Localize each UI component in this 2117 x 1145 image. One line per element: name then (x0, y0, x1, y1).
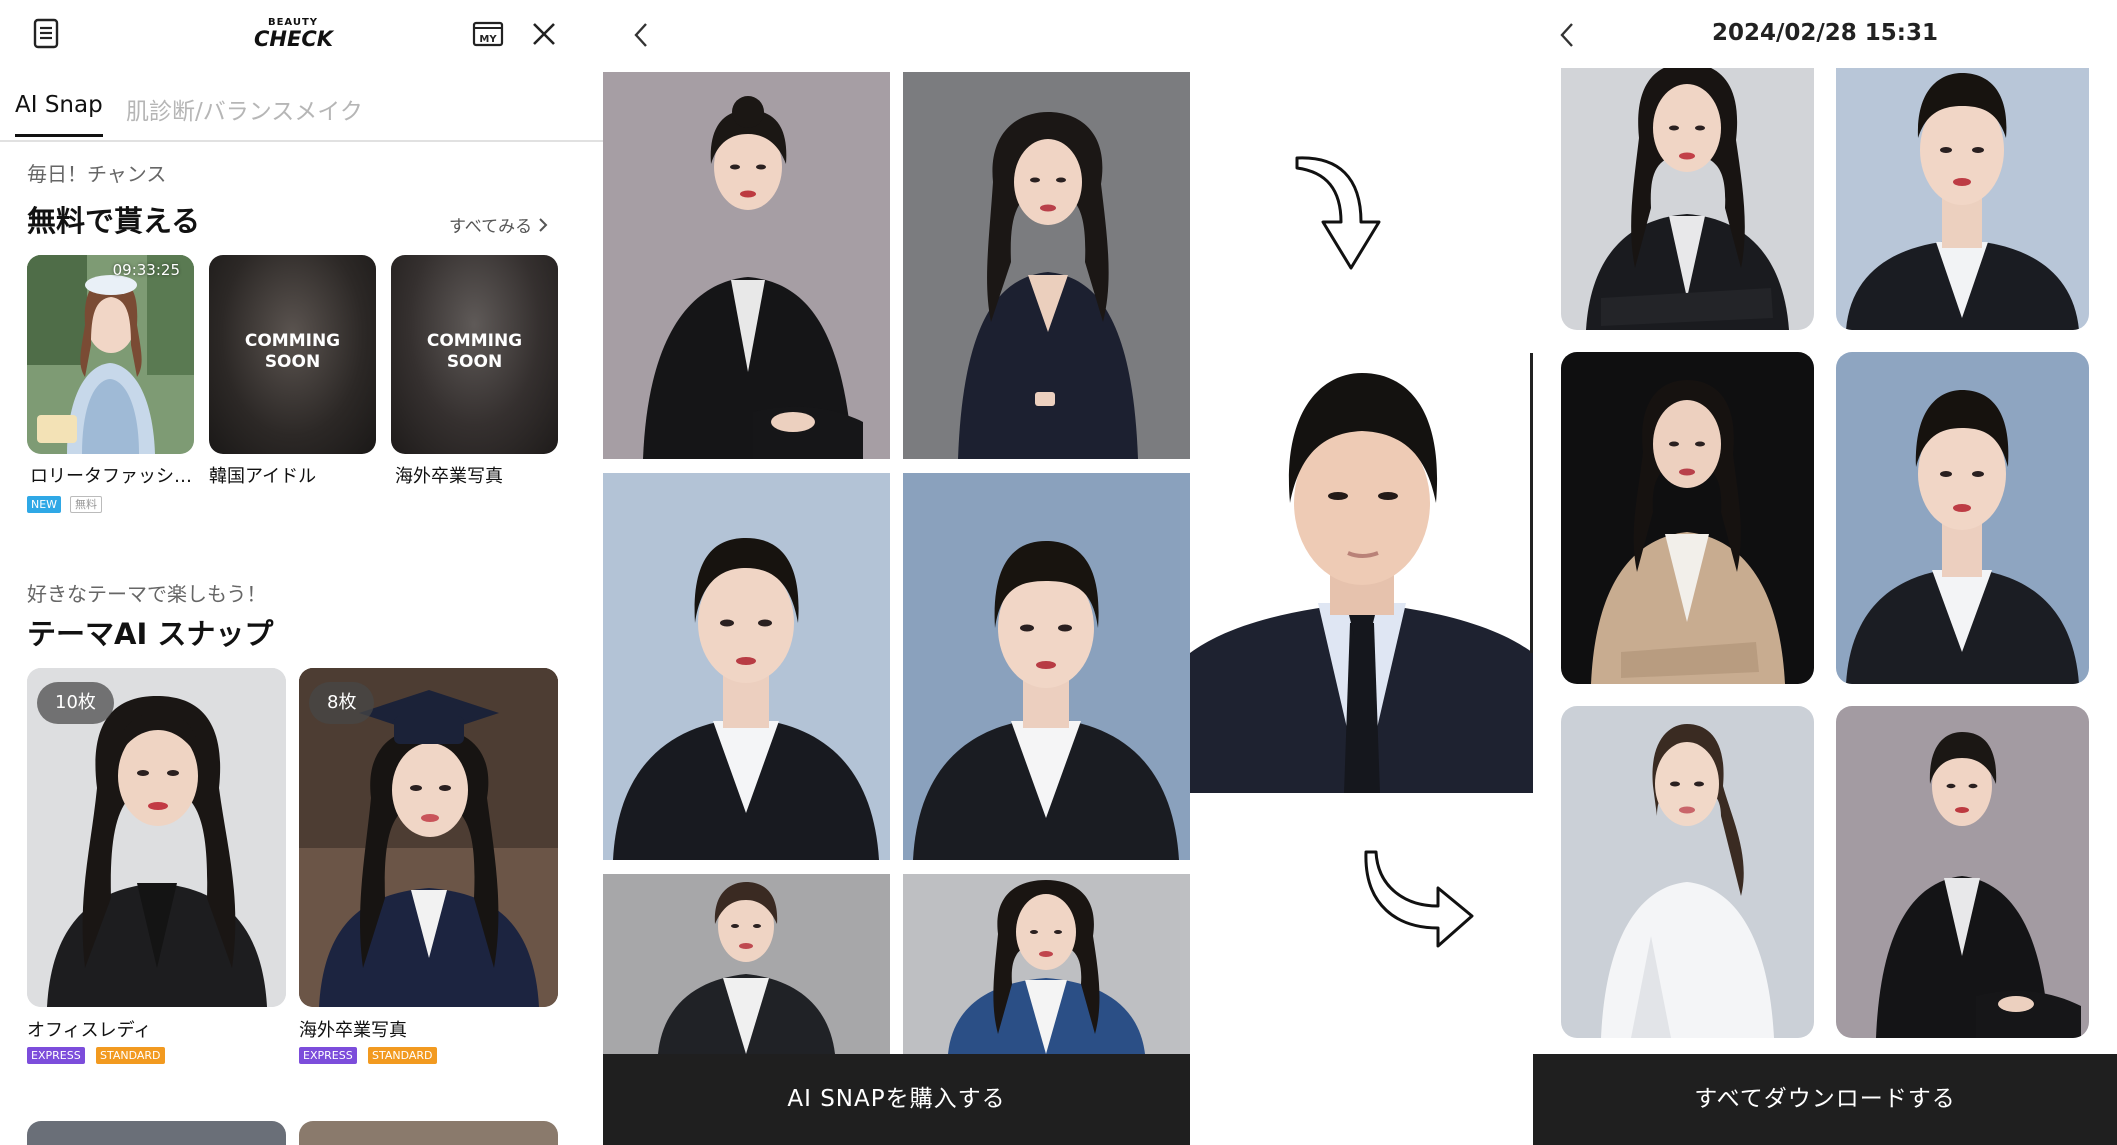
receipt-icon[interactable] (30, 18, 62, 50)
result-woman-white-shirt (1561, 706, 1814, 1038)
source-photo-man (1190, 353, 1533, 793)
blazer-woman-photo (603, 874, 890, 1054)
chevron-right-icon (539, 217, 548, 232)
suit-woman-photo (603, 72, 890, 459)
free-card-kpop[interactable]: COMMING SOON (209, 255, 376, 454)
photo-count-badge: 8枚 (309, 682, 375, 724)
result-panel: 2024/02/28 15:31 すべてダウンロードする (1533, 0, 2117, 1145)
id-photo-woman-1 (603, 473, 890, 860)
id-photo-woman-2 (903, 473, 1190, 860)
preview-panel: AI SNAPを購入する (603, 0, 1190, 1145)
coming-soon-line1: COMMING (244, 331, 341, 351)
theme-card-graduation[interactable]: 8枚 (299, 668, 558, 1007)
theme-section-subtitle: 好きなテーマで楽しもう！ (27, 582, 267, 606)
express-badge: EXPRESS (299, 1047, 357, 1064)
result-photo[interactable] (1561, 68, 1814, 330)
express-badge: EXPRESS (27, 1047, 85, 1064)
tab-bar: AI Snap 肌診断/バランスメイク (0, 86, 603, 142)
dress-woman-photo (903, 72, 1190, 459)
free-card-label: 海外卒業写真 (395, 466, 503, 487)
result-photo[interactable] (1836, 706, 2089, 1038)
result-woman-beige-blazer (1561, 352, 1814, 684)
coming-soon-line1: COMMING (426, 331, 523, 351)
lolita-photo (27, 255, 194, 454)
coming-soon-line2: SOON (264, 352, 321, 372)
brand-logo: BEAUTY CHECK (254, 18, 334, 51)
result-photo[interactable] (1561, 352, 1814, 684)
logo-main-text: CHECK (254, 27, 334, 51)
result-woman-arms-crossed (1561, 68, 1814, 330)
download-all-button[interactable]: すべてダウンロードする (1533, 1054, 2117, 1145)
result-photo[interactable] (1836, 352, 2089, 684)
my-page-icon[interactable]: MY (472, 20, 504, 48)
curved-arrow-down-icon (1289, 150, 1385, 275)
preview-photo[interactable] (603, 874, 890, 1054)
free-badge: 無料 (70, 496, 102, 513)
result-woman-id-1 (1836, 68, 2089, 330)
coming-soon-overlay: COMMING SOON (209, 331, 376, 373)
top-bar: BEAUTY CHECK MY (0, 0, 603, 70)
theme-card-office-lady[interactable]: 10枚 (27, 668, 286, 1007)
theme-section-title: テーマAI スナップ (27, 617, 274, 651)
svg-text:MY: MY (479, 34, 497, 45)
free-card-lolita[interactable]: 09:33:25 (27, 255, 194, 454)
tab-skin-diagnosis[interactable]: 肌診断/バランスメイク (126, 92, 363, 126)
free-card-label: 韓国アイドル (209, 466, 317, 487)
screen: BEAUTY CHECK MY AI Snap 肌診断/バランスメイク 毎日！チ… (0, 0, 2117, 1145)
result-woman-id-2 (1836, 352, 2089, 684)
close-icon[interactable] (530, 20, 558, 48)
photo-count-badge: 10枚 (37, 682, 114, 724)
theme-card-label: オフィスレディ (27, 1020, 152, 1041)
new-badge: NEW (27, 496, 62, 513)
countdown-timer: 09:33:25 (112, 261, 180, 279)
free-card-label: ロリータファッシ… (30, 466, 192, 487)
home-panel: BEAUTY CHECK MY AI Snap 肌診断/バランスメイク 毎日！チ… (0, 0, 603, 1145)
preview-photo[interactable] (903, 874, 1190, 1054)
result-photo[interactable] (1561, 706, 1814, 1038)
standard-badge: STANDARD (368, 1047, 437, 1064)
preview-photo[interactable] (603, 72, 890, 459)
coming-soon-overlay: COMMING SOON (391, 331, 558, 373)
transformation-illustration (1190, 0, 1533, 1145)
curved-arrow-right-icon (1358, 846, 1478, 956)
free-section-title: 無料で貰える (27, 204, 201, 238)
back-arrow-icon[interactable] (629, 20, 653, 50)
result-photo[interactable] (1836, 68, 2089, 330)
theme-card-label: 海外卒業写真 (299, 1020, 407, 1041)
preview-photo[interactable] (603, 473, 890, 860)
coming-soon-line2: SOON (446, 352, 503, 372)
free-section-subtitle: 毎日！チャンス (27, 162, 167, 186)
result-woman-seated (1836, 706, 2089, 1038)
result-datetime: 2024/02/28 15:31 (1711, 20, 1939, 46)
see-all-label: すべてみる (449, 217, 533, 237)
theme-card-partial[interactable] (27, 1121, 286, 1145)
buy-ai-snap-button[interactable]: AI SNAPを購入する (603, 1054, 1190, 1145)
preview-photo[interactable] (903, 72, 1190, 459)
see-all-link[interactable]: すべてみる (449, 212, 548, 237)
blue-blazer-woman-photo (903, 874, 1190, 1054)
theme-card-partial[interactable] (299, 1121, 558, 1145)
standard-badge: STANDARD (96, 1047, 165, 1064)
tab-ai-snap[interactable]: AI Snap (15, 92, 103, 137)
free-card-graduation[interactable]: COMMING SOON (391, 255, 558, 454)
preview-photo[interactable] (903, 473, 1190, 860)
